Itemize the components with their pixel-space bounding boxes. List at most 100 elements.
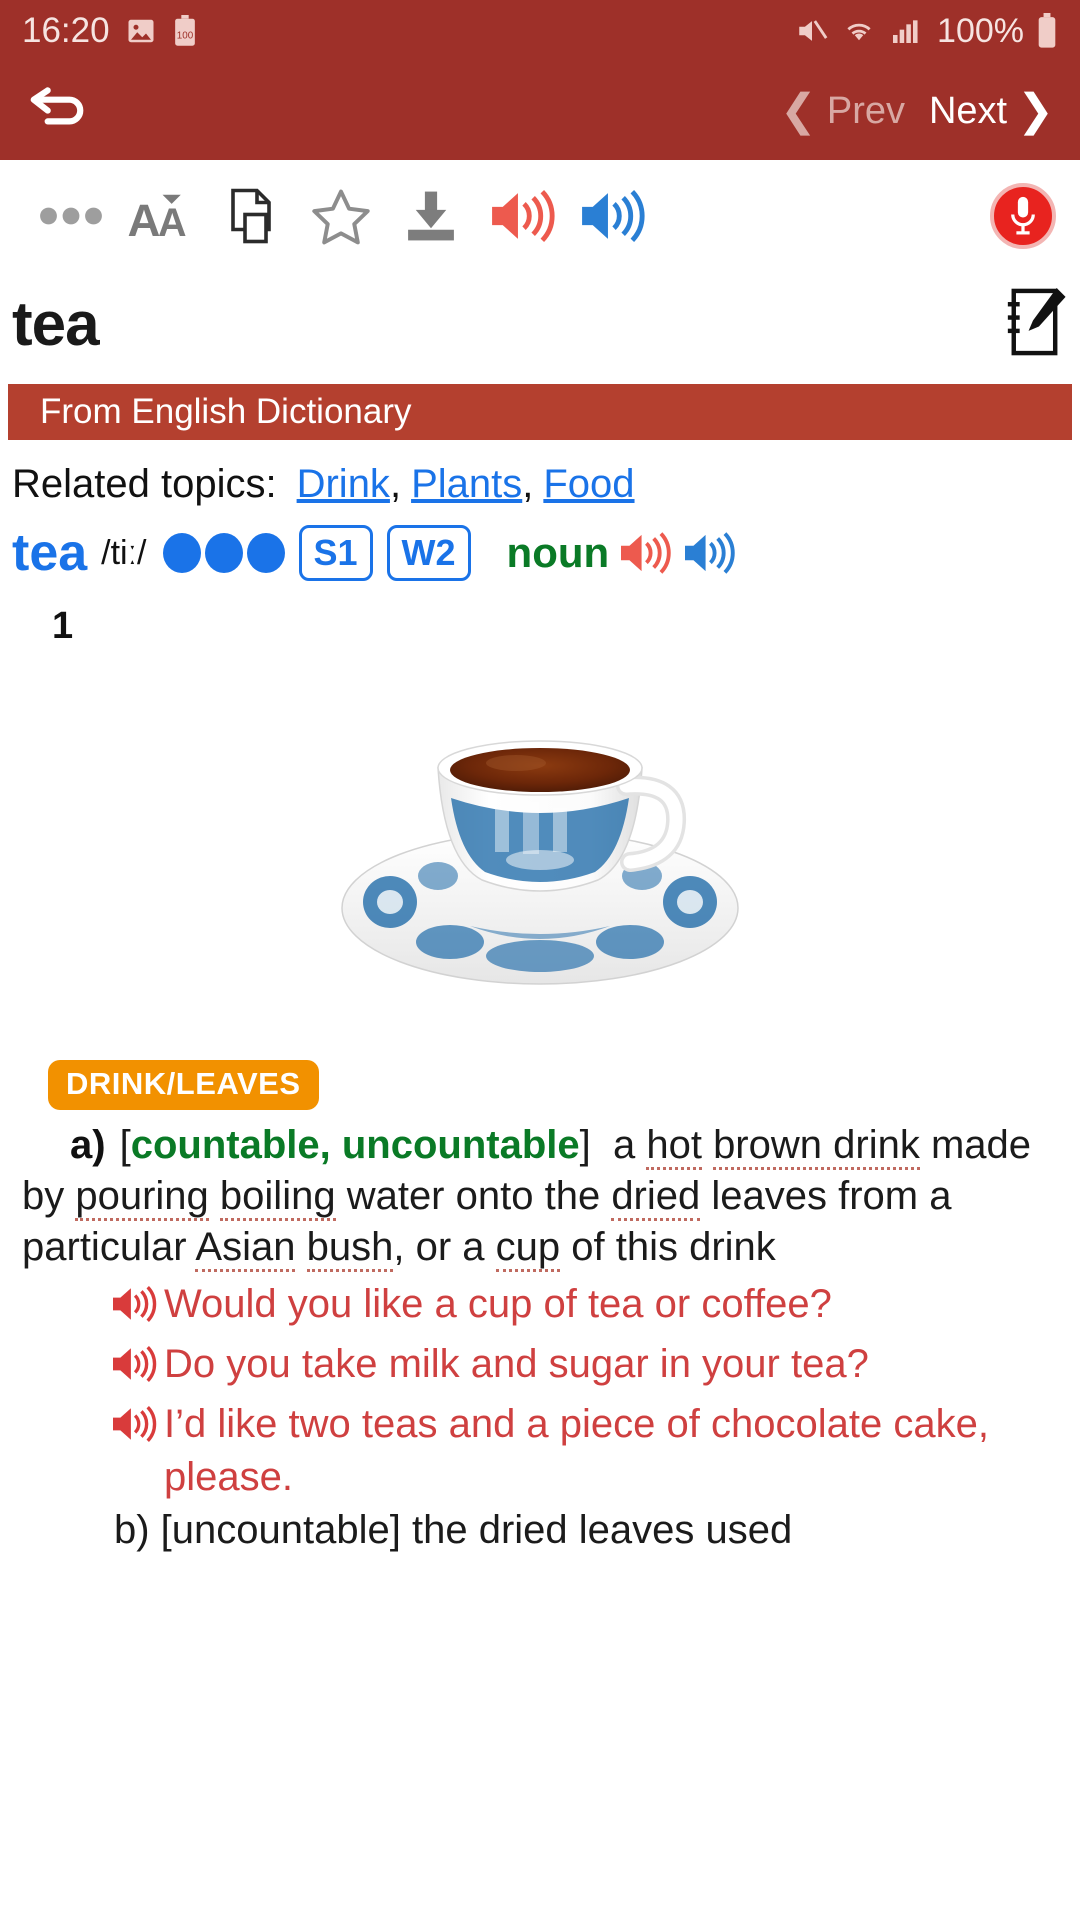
category-badge-row: DRINK/LEAVES [0,1000,1080,1110]
collocation[interactable]: pouring [75,1174,209,1222]
sense-letter: a) [70,1123,106,1167]
example-speaker-icon[interactable] [108,1338,158,1398]
nav-controls: ❮ Prev Next ❯ [780,89,1054,133]
definition-fragment: a [612,1123,647,1167]
collocation[interactable]: cup [495,1225,561,1273]
frequency-dot [204,533,243,573]
definition-fragment [702,1123,713,1167]
font-size-button[interactable]: A A [116,188,206,244]
next-label: Next [928,89,1008,132]
example-text: I’d like two teas and a piece of chocola… [164,1401,989,1500]
copy-button[interactable] [206,187,296,245]
speaker-blue-icon [685,532,735,574]
definition-fragment: of this drink [560,1225,776,1270]
chevron-right-icon: ❯ [1017,86,1054,135]
related-topic-drink[interactable]: Drink [297,462,390,507]
frequency-dots [162,533,285,573]
battery-icon [1036,13,1058,49]
note-edit-icon [1007,287,1066,355]
pronunciation-row: tea /tiː/ S1 W2 noun [0,513,1080,583]
chevron-left-icon: ❮ [779,86,817,135]
related-topics-row: Related topics: Drink, Plants, Food [12,462,635,507]
page-title: tea [12,289,100,359]
microphone-icon [1011,196,1035,235]
collocation[interactable]: dried [611,1174,701,1222]
download-button[interactable] [386,188,476,244]
battery-percent: 100% [937,11,1024,50]
back-button[interactable] [26,84,88,139]
collocation[interactable]: Asian [195,1225,296,1273]
more-options-icon [40,207,102,225]
definition-fragment [209,1174,220,1218]
font-size-icon: A A [128,194,187,244]
more-options-button[interactable] [26,205,116,227]
pronounce-us-button[interactable] [476,187,566,245]
collocation[interactable]: bush [306,1225,394,1273]
part-of-speech: noun [506,529,610,576]
status-bar-right: 100% [795,12,1058,51]
prev-label: Prev [826,89,905,132]
svg-text:100: 100 [176,30,193,41]
frequency-dot [246,533,285,573]
example-speaker-icon[interactable] [108,1398,158,1458]
source-banner: From English Dictionary [8,384,1072,440]
definition-fragment: , or a [393,1225,496,1270]
entry-illustration [0,690,1080,1000]
status-bar-left: 16:20 100 [22,11,198,51]
wifi-icon [841,14,877,48]
definition-block: a) [countable, uncountable] a hot brown d… [0,1110,1080,1553]
grammar-bracket-open: [ [119,1123,131,1167]
related-topic-food[interactable]: Food [543,462,634,507]
svg-text:A: A [158,201,187,244]
definition-fragment [295,1225,306,1269]
teacup-image [341,740,739,985]
mute-icon [795,14,829,48]
frequency-dot [162,533,201,573]
speaker-red-icon [621,532,671,574]
related-topic-plants[interactable]: Plants [411,462,522,507]
battery-saver-icon: 100 [172,15,198,47]
pronounce-us-inline-button[interactable] [615,530,673,576]
collocation[interactable]: hot [646,1123,702,1170]
back-arrow-icon [30,86,84,124]
pronounce-uk-inline-button[interactable] [679,530,737,576]
speaker-blue-icon [582,189,645,243]
definition-fragment: water onto the [335,1174,612,1219]
note-edit-button[interactable] [1000,285,1066,364]
headword-row: tea [0,272,1080,376]
ipa-transcription: /tiː/ [101,533,147,572]
related-topics-label: Related topics: [12,462,277,506]
download-icon [408,191,454,241]
definition-paragraph: a) [countable, uncountable] a hot brown d… [22,1120,1058,1274]
badge-w2[interactable]: W2 [386,525,471,581]
status-clock: 16:20 [22,11,110,50]
svg-text:A: A [128,195,161,244]
next-button[interactable]: Next ❯ [929,89,1054,133]
navigation-bar: ❮ Prev Next ❯ [0,62,1080,160]
next-sense-partial: b) [uncountable] the dried leaves used [114,1508,793,1553]
example-item[interactable]: I’d like two teas and a piece of chocola… [108,1398,1058,1504]
image-icon [126,16,156,46]
grammar-label: countable, uncountable [130,1123,580,1167]
pronunciation-headword: tea [12,524,88,582]
sense-number: 1 [52,605,74,647]
voice-search-button[interactable] [990,183,1056,249]
favorite-button[interactable] [296,187,386,245]
copy-icon [231,188,271,244]
status-bar: 16:20 100 100% [0,0,1080,62]
example-text: Do you take milk and sugar in your tea? [164,1341,869,1386]
speaker-red-icon [492,189,555,243]
prev-button[interactable]: ❮ Prev [780,89,905,133]
signal-icon [889,15,921,47]
collocation[interactable]: brown drink [713,1123,920,1170]
badge-s1[interactable]: S1 [298,525,373,581]
category-badge[interactable]: DRINK/LEAVES [48,1060,319,1110]
example-item[interactable]: Do you take milk and sugar in your tea? [108,1338,1058,1398]
grammar-bracket-close: ] [579,1123,591,1167]
pronounce-uk-button[interactable] [566,187,656,245]
example-item[interactable]: Would you like a cup of tea or coffee? [108,1278,1058,1338]
entry-toolbar: A A [0,160,1080,272]
example-text: Would you like a cup of tea or coffee? [164,1281,832,1326]
collocation[interactable]: boiling [219,1174,336,1222]
example-speaker-icon[interactable] [108,1278,158,1338]
